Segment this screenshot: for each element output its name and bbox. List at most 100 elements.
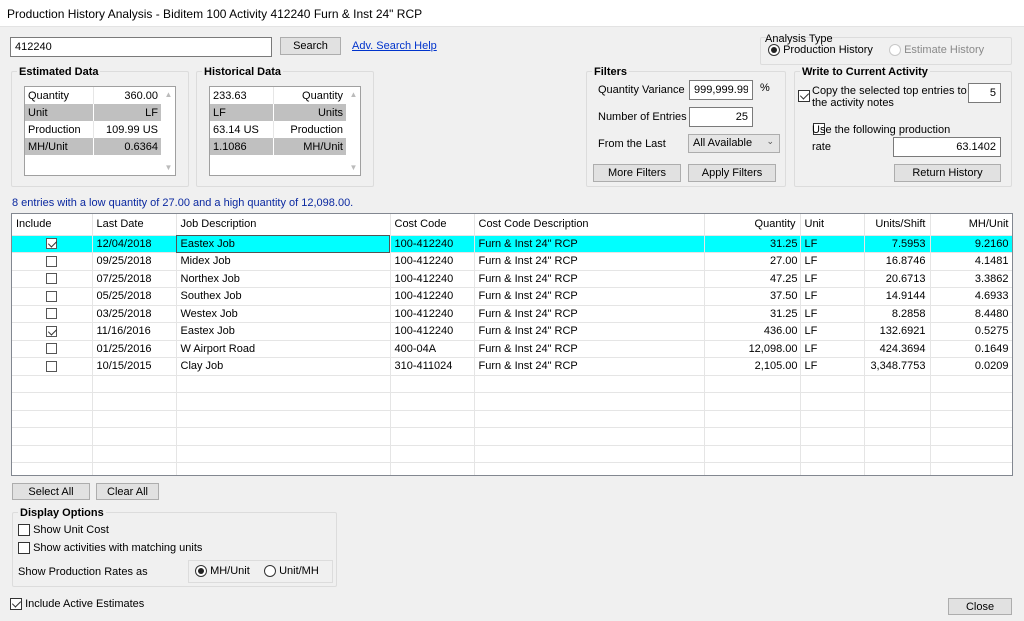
col-units-per-shift[interactable]: Units/Shift <box>864 214 931 236</box>
show-unit-cost-option[interactable]: Show Unit Cost <box>18 524 109 537</box>
table-row[interactable]: 05/25/2018 Southex Job 100-412240 Furn & In… <box>12 287 1012 306</box>
empty-cell <box>704 375 801 393</box>
show-matching-units-option[interactable]: Show activities with matching units <box>18 542 202 555</box>
include-checkbox[interactable] <box>46 325 58 337</box>
scroll-down-icon[interactable]: ▼ <box>347 163 360 172</box>
from-the-last-select[interactable]: All Available ⌄ <box>688 134 780 153</box>
include-active-estimates-option[interactable]: Include Active Estimates <box>10 598 144 611</box>
include-checkbox[interactable] <box>46 290 58 302</box>
estimated-data-list[interactable]: Quantity 360.00 Unit LF Production 109.9… <box>24 86 176 176</box>
show-unit-cost-checkbox[interactable] <box>18 524 30 537</box>
table-row[interactable]: 09/25/2018 Midex Job 100-412240 Furn & Inst… <box>12 252 1012 271</box>
estimated-data-title: Estimated Data <box>17 66 101 78</box>
include-cell[interactable] <box>12 305 93 323</box>
table-row[interactable]: 03/25/2018 Westex Job 100-412240 Furn & Ins… <box>12 305 1012 323</box>
include-checkbox[interactable] <box>46 343 58 355</box>
job-description-cell: W Airport Road <box>176 340 391 358</box>
col-mh-unit[interactable]: MH/Unit <box>930 214 1012 236</box>
number-of-entries-input[interactable] <box>689 107 753 127</box>
empty-cell <box>176 375 391 393</box>
historical-data-list[interactable]: 233.63 Quantity LF Units 63.14 US Produc… <box>209 86 361 176</box>
clear-all-button[interactable]: Clear All <box>96 483 159 500</box>
col-include[interactable]: Include <box>12 214 93 236</box>
copy-entries-checkbox[interactable] <box>798 90 810 103</box>
mh-unit-cell: 8.4480 <box>930 305 1012 323</box>
radio-production-history-indicator[interactable] <box>768 44 780 57</box>
adv-search-help-link[interactable]: Adv. Search Help <box>352 40 437 52</box>
include-cell[interactable] <box>12 252 93 271</box>
scroll-up-icon[interactable]: ▲ <box>347 90 360 99</box>
radio-unit-mh[interactable]: Unit/MH <box>264 565 319 578</box>
job-description-cell: Midex Job <box>176 252 391 271</box>
mh-unit-cell: 4.6933 <box>930 287 1012 306</box>
col-last-date[interactable]: Last Date <box>92 214 177 236</box>
table-row[interactable]: 10/15/2015 Clay Job 310-411024 Furn & Inst … <box>12 357 1012 376</box>
table-row[interactable]: 01/25/2016 W Airport Road 400-04A Furn & In… <box>12 340 1012 358</box>
historical-label: Quantity <box>302 89 343 102</box>
historical-row-production: 63.14 US Production <box>210 121 346 138</box>
include-active-estimates-checkbox[interactable] <box>10 598 22 611</box>
empty-cell <box>390 410 475 428</box>
history-table[interactable]: Include Last Date Job Description Cost C… <box>11 213 1013 476</box>
empty-cell <box>176 427 391 446</box>
scroll-up-icon[interactable]: ▲ <box>162 90 175 99</box>
more-filters-button[interactable]: More Filters <box>593 164 681 182</box>
radio-production-history[interactable]: Production History <box>768 44 873 57</box>
units-per-shift-cell: 7.5953 <box>864 235 931 253</box>
apply-filters-button[interactable]: Apply Filters <box>688 164 776 182</box>
empty-table-row <box>12 410 1012 428</box>
empty-cell <box>864 427 931 446</box>
window-title-bar: Production History Analysis - Biditem 10… <box>0 0 1024 27</box>
include-cell[interactable] <box>12 322 93 341</box>
estimated-label: Unit <box>25 104 94 121</box>
include-checkbox[interactable] <box>46 255 58 267</box>
show-matching-units-checkbox[interactable] <box>18 542 30 555</box>
empty-cell <box>12 392 93 411</box>
estimated-scrollbar[interactable]: ▲ ▼ <box>162 87 175 175</box>
historical-scrollbar[interactable]: ▲ ▼ <box>347 87 360 175</box>
production-rate-input[interactable] <box>893 137 1001 157</box>
quantity-variance-input[interactable] <box>689 80 753 100</box>
radio-mh-unit-indicator[interactable] <box>195 565 207 578</box>
col-job-description[interactable]: Job Description <box>176 214 391 236</box>
include-cell[interactable] <box>12 270 93 288</box>
empty-cell <box>474 375 705 393</box>
select-all-button[interactable]: Select All <box>12 483 90 500</box>
empty-table-row <box>12 427 1012 446</box>
include-checkbox[interactable] <box>46 308 58 320</box>
historical-row-mh-unit: 1.1086 MH/Unit <box>210 138 346 155</box>
col-quantity[interactable]: Quantity <box>704 214 801 236</box>
search-input[interactable] <box>10 37 272 57</box>
percent-label: % <box>760 82 770 94</box>
include-cell[interactable] <box>12 340 93 358</box>
include-checkbox[interactable] <box>46 273 58 285</box>
cost-code-description-cell: Furn & Inst 24" RCP <box>474 252 705 271</box>
include-checkbox[interactable] <box>46 238 58 250</box>
mh-unit-cell: 3.3862 <box>930 270 1012 288</box>
empty-cell <box>930 427 1012 446</box>
search-button[interactable]: Search <box>280 37 341 55</box>
historical-value: 63.14 US <box>210 121 275 138</box>
copy-entries-count-input[interactable] <box>968 83 1001 103</box>
include-cell[interactable] <box>12 235 93 253</box>
units-per-shift-cell: 3,348.7753 <box>864 357 931 376</box>
close-button[interactable]: Close <box>948 598 1012 615</box>
radio-unit-mh-indicator[interactable] <box>264 565 276 578</box>
include-cell[interactable] <box>12 357 93 376</box>
unit-cell: LF <box>800 252 865 271</box>
table-row[interactable]: 11/16/2016 Eastex Job 100-412240 Furn & Ins… <box>12 322 1012 341</box>
col-unit[interactable]: Unit <box>800 214 865 236</box>
col-cost-code-description[interactable]: Cost Code Description <box>474 214 705 236</box>
include-checkbox[interactable] <box>46 360 58 372</box>
estimated-label: MH/Unit <box>25 138 94 155</box>
unit-cell: LF <box>800 322 865 341</box>
table-row[interactable]: 07/25/2018 Northex Job 100-412240 Furn & In… <box>12 270 1012 288</box>
include-cell[interactable] <box>12 287 93 306</box>
table-row[interactable]: 12/04/2018 Eastex Job 100-412240 Furn & Ins… <box>12 235 1012 253</box>
empty-table-row <box>12 375 1012 393</box>
return-history-button[interactable]: Return History <box>894 164 1001 182</box>
radio-mh-unit[interactable]: MH/Unit <box>195 565 250 578</box>
col-cost-code[interactable]: Cost Code <box>390 214 475 236</box>
empty-cell <box>864 392 931 411</box>
scroll-down-icon[interactable]: ▼ <box>162 163 175 172</box>
